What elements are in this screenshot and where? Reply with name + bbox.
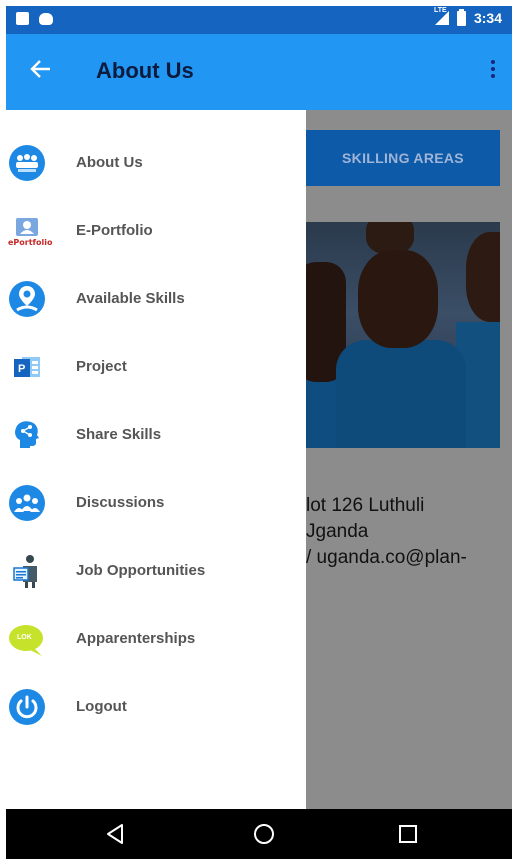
- drawer-item-logout[interactable]: Logout: [6, 676, 306, 736]
- drawer-item-e-portfolio[interactable]: ePortfolio E-Portfolio: [6, 200, 306, 260]
- drawer-item-share-skills[interactable]: Share Skills: [6, 404, 306, 464]
- status-bar: LTE 3:34: [6, 6, 512, 34]
- drawer-item-label: Discussions: [76, 494, 165, 511]
- project-icon-letter: P: [18, 363, 26, 375]
- clock: 3:34: [473, 10, 502, 26]
- address-line: lot 126 Luthuli: [306, 495, 425, 516]
- drawer-item-label: Job Opportunities: [76, 562, 206, 579]
- navigation-drawer: About Us ePortfolio E-Portfolio Availabl…: [6, 110, 306, 809]
- nav-back-icon[interactable]: [86, 809, 146, 859]
- drawer-item-label: Project: [76, 358, 127, 375]
- drawer-item-project[interactable]: P Project: [6, 336, 306, 396]
- drawer-item-label: About Us: [76, 154, 143, 171]
- address-line: / uganda.co@plan-: [306, 547, 467, 568]
- power-icon: [8, 688, 46, 726]
- drawer-item-label: Logout: [76, 698, 127, 715]
- eportfolio-icon-text: ePortfolio: [8, 238, 53, 247]
- drawer-item-label: Available Skills: [76, 290, 185, 307]
- network-type-label: LTE: [433, 7, 447, 14]
- drawer-item-label: Share Skills: [76, 426, 162, 443]
- group-icon: [8, 484, 46, 522]
- skilling-areas-button[interactable]: SKILLING AREAS: [306, 130, 500, 186]
- job-icon: [8, 552, 46, 590]
- phone-screen: LTE 3:34 About Us SKILLING AREAS lot 126…: [6, 6, 512, 859]
- page-title: About Us: [96, 58, 194, 83]
- drawer-item-apparenterships[interactable]: LOK Apparenterships: [6, 608, 306, 668]
- notification-icon: [16, 12, 29, 25]
- drawer-item-job-opportunities[interactable]: Job Opportunities: [6, 540, 306, 600]
- drawer-item-available-skills[interactable]: Available Skills: [6, 268, 306, 328]
- nav-home-icon[interactable]: [234, 809, 294, 859]
- about-us-icon: [8, 144, 46, 182]
- eportfolio-icon: ePortfolio: [8, 212, 53, 250]
- project-icon: P: [8, 348, 46, 386]
- chat-bubble-icon: LOK: [8, 620, 46, 658]
- share-head-icon: [8, 416, 46, 454]
- app-notification-icon: [39, 13, 53, 25]
- contact-address: lot 126 Luthuli Jganda / uganda.co@plan-: [306, 493, 467, 571]
- system-navigation-bar: [6, 809, 512, 859]
- drawer-item-discussions[interactable]: Discussions: [6, 472, 306, 532]
- children-photo: [306, 222, 500, 448]
- chat-bubble-icon-text: LOK: [17, 634, 32, 641]
- drawer-item-label: Apparenterships: [76, 630, 196, 647]
- overflow-menu-icon[interactable]: [490, 58, 496, 82]
- location-pin-icon: [8, 280, 46, 318]
- nav-recents-icon[interactable]: [378, 809, 438, 859]
- signal-icon: LTE: [434, 7, 449, 25]
- drawer-item-about-us[interactable]: About Us: [6, 132, 306, 192]
- drawer-item-label: E-Portfolio: [76, 222, 153, 239]
- address-line: Jganda: [306, 521, 369, 542]
- battery-icon: [456, 8, 466, 26]
- app-bar: About Us: [6, 34, 512, 110]
- back-arrow-icon[interactable]: [28, 56, 54, 82]
